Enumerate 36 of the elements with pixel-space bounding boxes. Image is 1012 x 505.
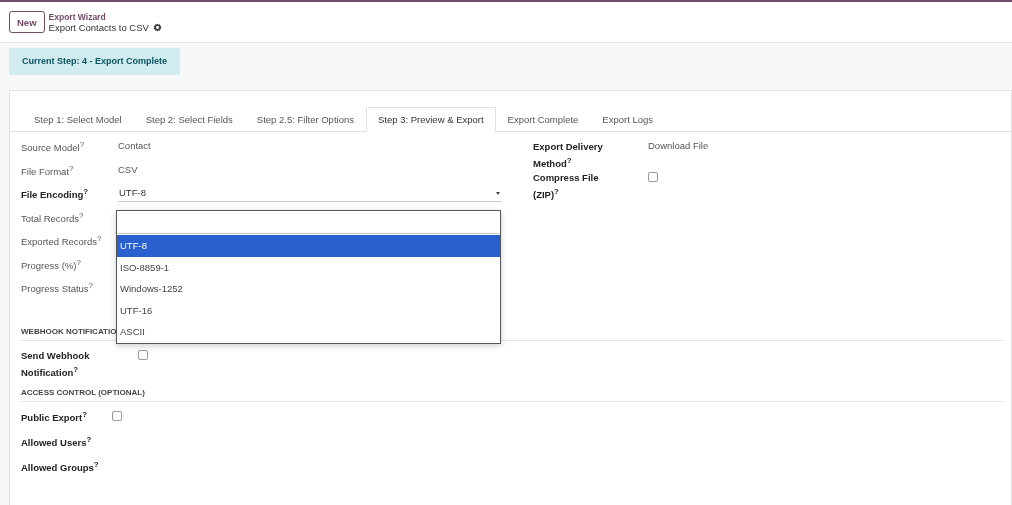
encoding-select[interactable]: UTF-8 bbox=[118, 187, 502, 202]
field-value: CSV bbox=[118, 163, 138, 175]
field-label: Public Export$^{?}$ bbox=[21, 409, 89, 423]
checkbox[interactable] bbox=[112, 410, 122, 421]
field-label: Source Model$^{?}$ bbox=[21, 140, 86, 154]
tab[interactable]: Step 2.5: Filter Options bbox=[244, 107, 366, 132]
dropdown-option[interactable]: Windows-1252 bbox=[117, 278, 500, 300]
field-label: Exported Records$^{?}$ bbox=[21, 234, 103, 248]
tab[interactable]: Step 1: Select Model bbox=[22, 107, 134, 132]
field-label: File Format$^{?}$ bbox=[21, 163, 75, 177]
tab[interactable]: Export Logs bbox=[590, 107, 666, 132]
field-label: Send Webhook Notification$^{?}$ bbox=[21, 348, 91, 380]
field-value: Download File bbox=[648, 140, 709, 151]
field-label: Total Records$^{?}$ bbox=[21, 210, 85, 224]
dropdown-option[interactable]: ISO-8859-1 bbox=[117, 256, 500, 278]
section-title: ACCESS CONTROL (OPTIONAL) bbox=[21, 387, 1003, 402]
field-label: Allowed Users$^{?}$ bbox=[21, 434, 93, 448]
new-button[interactable]: New bbox=[9, 11, 45, 33]
breadcrumb-link[interactable]: Export Wizard bbox=[48, 11, 162, 22]
settings-icon[interactable] bbox=[152, 22, 162, 32]
tab[interactable]: Step 3: Preview & Export bbox=[366, 107, 496, 132]
dropdown-option[interactable]: UTF-16 bbox=[117, 299, 500, 321]
tab[interactable]: Export Complete bbox=[495, 107, 591, 132]
field-label: Progress (%)$^{?}$ bbox=[21, 257, 82, 271]
field-label: Compress File (ZIP)$^{?}$ bbox=[533, 171, 600, 203]
field-value: Contact bbox=[118, 140, 151, 151]
field-label: File Encoding$^{?}$ bbox=[21, 187, 90, 201]
dropdown-option[interactable]: UTF-8 bbox=[117, 235, 500, 257]
field-label: Export Delivery Method$^{?}$ bbox=[533, 140, 604, 172]
current-step-badge: Current Step: 4 - Export Complete bbox=[9, 48, 180, 75]
record-title: Export Contacts to CSV bbox=[48, 21, 149, 33]
field-label: Progress Status$^{?}$ bbox=[21, 281, 94, 295]
field-label: Allowed Groups$^{?}$ bbox=[21, 459, 100, 473]
tab[interactable]: Step 2: Select Fields bbox=[133, 107, 245, 132]
checkbox[interactable] bbox=[648, 172, 658, 183]
checkbox[interactable] bbox=[138, 349, 148, 360]
